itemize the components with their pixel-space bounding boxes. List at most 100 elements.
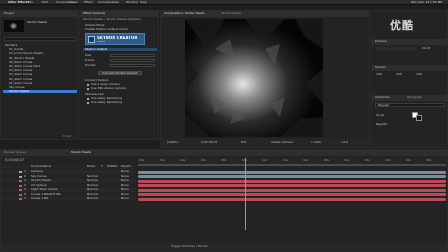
layer-name[interactable]: Cones 1 BG [31, 197, 85, 200]
layer-duration-bar[interactable] [138, 188, 446, 192]
font-style[interactable]: Regular [376, 123, 388, 126]
project-item[interactable]: 06_Stem Cones [3, 61, 77, 64]
viewer-offset[interactable]: +0.0 [341, 141, 348, 144]
layer-name[interactable]: Light Stem Cones [31, 188, 85, 191]
tracker-tab[interactable]: Tracker [372, 65, 447, 71]
viewer-quality[interactable]: Full [241, 141, 246, 144]
skybox-format-dropdown[interactable] [110, 64, 155, 67]
track-value-0[interactable]: 100 [376, 73, 382, 76]
layer-duration-bar[interactable] [138, 197, 446, 201]
layer-mode[interactable]: Normal [87, 197, 98, 200]
preview-controls[interactable] [376, 47, 416, 51]
project-item[interactable]: 05_Stem Cones Dark [3, 65, 77, 68]
layer-duration-bar[interactable] [138, 179, 446, 183]
col-parent[interactable]: Parent [121, 165, 131, 168]
layer-label-color[interactable] [19, 184, 22, 187]
checkbox-delay-1[interactable] [87, 98, 89, 100]
layer-row[interactable]: 4 CC Sphere Normal None [1, 183, 136, 188]
layer-parent[interactable]: None [121, 170, 129, 173]
layer-row[interactable]: 1 Camera None [1, 170, 136, 174]
layer-duration-bar[interactable] [138, 170, 446, 174]
layer-label-color[interactable] [19, 175, 22, 178]
project-item[interactable]: 04_Stem Cones [3, 69, 77, 72]
layer-name[interactable]: CC Sphere [31, 184, 85, 187]
font-size[interactable]: 12 px [376, 114, 384, 117]
composition-tab[interactable]: Composition: Studio Heads [164, 12, 205, 15]
work-area-bar[interactable] [138, 164, 446, 166]
convert-skybox-button[interactable]: Convert Skybox Output [98, 71, 142, 75]
timeline-timecode[interactable]: 0;00;08;07 [5, 158, 24, 162]
project-item[interactable]: Renders [3, 44, 77, 47]
layer-duration-bar[interactable] [138, 193, 446, 196]
col-trkmat[interactable]: TrkMat [107, 165, 117, 168]
menu-item-file[interactable]: File [28, 1, 33, 4]
timeline-comp-tab[interactable]: Studio Heads [71, 151, 91, 154]
layer-parent[interactable]: None [121, 175, 129, 178]
project-item[interactable]: Studio Heads [3, 90, 77, 94]
playhead[interactable] [245, 158, 246, 230]
layer-mode[interactable]: Normal [87, 184, 98, 187]
menu-item-window[interactable]: Window [126, 1, 138, 4]
layer-row[interactable]: 5 Light Stem Cones Normal None [1, 188, 136, 192]
font-dropdown[interactable]: Regular [375, 103, 445, 107]
layer-label-color[interactable] [19, 198, 22, 200]
layer-row[interactable]: 3 Studio Heads Normal None [1, 179, 136, 183]
track-value-2[interactable]: 100 [416, 73, 422, 76]
col-source-name[interactable]: Source Name [31, 165, 51, 168]
skybox-frame-dropdown[interactable] [110, 59, 155, 62]
menu-item-edit[interactable]: Edit [42, 1, 48, 4]
layer-name[interactable]: Sky Cones [31, 175, 85, 178]
checkbox-delay-2[interactable] [87, 102, 89, 104]
composition-view[interactable] [185, 19, 323, 137]
preview-frame-rate[interactable]: 29.97 [422, 47, 431, 50]
viewer-camera[interactable]: Active Camera [271, 141, 293, 144]
checkbox-2axes[interactable] [87, 84, 89, 86]
layer-parent[interactable]: None [121, 184, 129, 187]
project-item[interactable]: 01_Stem Cones [3, 82, 77, 85]
color-swatch-stroke[interactable] [416, 115, 422, 121]
layer-mode[interactable]: Normal [87, 179, 98, 182]
layer-label-color[interactable] [19, 189, 22, 191]
app-name[interactable]: After Effects [8, 1, 29, 4]
composition-sub-tab[interactable]: Studio Heads [221, 12, 241, 15]
project-item[interactable]: 02_Stem Cones [3, 78, 77, 81]
render-queue-tab[interactable]: Render Queue [4, 151, 26, 154]
layer-row[interactable]: 2 Sky Cones Normal None [1, 174, 136, 179]
layer-name[interactable]: Studio Heads [31, 179, 85, 182]
menu-item-help[interactable]: Help [140, 1, 147, 4]
project-item[interactable]: 01_Studio Heads [3, 57, 77, 60]
skybox-size-dropdown[interactable] [110, 54, 155, 57]
layer-label-color[interactable] [19, 171, 22, 173]
col-t[interactable]: T [101, 165, 103, 168]
project-item[interactable]: 03_Stem Cones [3, 73, 77, 76]
menu-item-view[interactable]: View [112, 1, 119, 4]
project-tab[interactable]: Project [1, 11, 77, 17]
layer-row[interactable]: 7 Cones 1 BG Normal None [1, 197, 136, 201]
project-item[interactable]: Sky Cones [3, 86, 77, 89]
layer-name[interactable]: Camera [31, 170, 85, 173]
layer-name[interactable]: Cones 1-BRIGHT BG [31, 193, 85, 196]
layer-parent[interactable]: None [121, 188, 129, 191]
project-item[interactable]: 03_Icons Studio Heads [3, 52, 77, 55]
viewer-zoom[interactable]: (100%) [167, 141, 178, 144]
menu-item-layer[interactable]: Layer [70, 1, 78, 4]
layer-label-color[interactable] [19, 193, 22, 196]
layer-label-color[interactable] [19, 180, 22, 182]
layer-duration-bar[interactable] [138, 184, 446, 187]
effect-controls-tab[interactable]: Effect Controls [80, 11, 158, 17]
layer-mode[interactable]: Normal [87, 188, 98, 191]
col-mode[interactable]: Mode [87, 165, 95, 168]
layer-parent[interactable]: None [121, 179, 129, 182]
viewer-views[interactable]: 1 View [311, 141, 321, 144]
preview-tab[interactable]: Preview [372, 39, 447, 45]
layer-row[interactable]: 6 Cones 1-BRIGHT BG Normal None [1, 192, 136, 197]
project-item[interactable]: 01_Solids [3, 48, 77, 51]
toggle-modes-label[interactable]: Toggle Switches / Modes [171, 245, 208, 248]
viewer-timecode[interactable]: 0;00;08;07 [201, 141, 217, 144]
layer-duration-bar[interactable] [138, 175, 446, 178]
layer-mode[interactable]: Normal [87, 175, 98, 178]
layer-parent[interactable]: None [121, 193, 129, 196]
character-tab[interactable]: Character [375, 96, 390, 99]
menu-item-animation[interactable]: Animation [98, 1, 113, 4]
skybox-section-header[interactable]: Skybox Output [83, 48, 157, 51]
